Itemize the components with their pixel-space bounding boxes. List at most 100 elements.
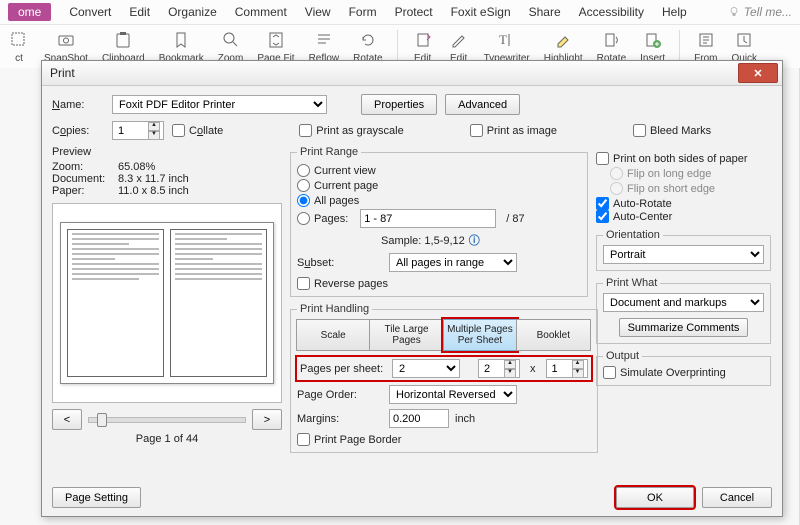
tool-edit2[interactable]: Edit (448, 29, 470, 64)
zoom-value: 65.08% (118, 161, 155, 173)
tool-from[interactable]: From (694, 29, 717, 64)
tab-booklet[interactable]: Booklet (516, 319, 590, 351)
bleed-checkbox[interactable]: Bleed Marks (633, 124, 711, 137)
menu-edit[interactable]: Edit (129, 5, 150, 19)
handling-legend: Print Handling (297, 303, 372, 315)
dialog-titlebar: Print ✕ (42, 61, 782, 86)
paper-label: Paper: (52, 185, 112, 197)
flip-long-radio: Flip on long edge (610, 167, 771, 180)
name-label: Name: (52, 99, 104, 111)
print-handling-group: Print Handling Scale Tile Large Pages Mu… (290, 303, 598, 453)
cancel-button[interactable]: Cancel (702, 487, 772, 508)
ok-button[interactable]: OK (616, 487, 694, 508)
doc-value: 8.3 x 11.7 inch (118, 173, 189, 185)
menu-form[interactable]: Form (349, 5, 377, 19)
paper-value: 11.0 x 8.5 inch (118, 185, 189, 197)
margins-input[interactable] (389, 409, 449, 428)
preview-title: Preview (52, 146, 282, 158)
printwhat-select[interactable]: Document and markups (603, 293, 764, 312)
menu-comment[interactable]: Comment (235, 5, 287, 19)
print-dialog: Print ✕ Name: Foxit PDF Editor Printer P… (41, 60, 783, 517)
output-legend: Output (603, 350, 642, 362)
as-image-checkbox[interactable]: Print as image (470, 124, 557, 137)
tool-rotate1[interactable]: Rotate (353, 29, 382, 64)
tool-rotate2[interactable]: Rotate (597, 29, 626, 64)
prev-page-button[interactable]: < (52, 409, 82, 430)
handling-tabs: Scale Tile Large Pages Multiple Pages Pe… (297, 319, 591, 351)
range-pages-label: Pages: (314, 213, 348, 225)
copies-label: Copies: (52, 125, 104, 137)
main-menu: ome Convert Edit Organize Comment View F… (0, 0, 800, 25)
menu-organize[interactable]: Organize (168, 5, 217, 19)
duplex-checkbox[interactable]: Print on both sides of paper (596, 152, 771, 165)
pps-w-spinner[interactable]: ▲▼ (478, 359, 520, 378)
menu-home[interactable]: ome (8, 3, 51, 21)
tool-pagefit[interactable]: Page Fit (257, 29, 294, 64)
menu-view[interactable]: View (305, 5, 331, 19)
info-icon[interactable]: ⓘ (469, 235, 480, 247)
menu-help[interactable]: Help (662, 5, 687, 19)
orientation-legend: Orientation (603, 229, 663, 241)
tool-reflow[interactable]: Reflow (309, 29, 340, 64)
menu-share[interactable]: Share (529, 5, 561, 19)
range-current-view[interactable]: Current view (297, 164, 581, 177)
close-button[interactable]: ✕ (738, 63, 778, 83)
tool-typewriter[interactable]: TTypewriter (484, 29, 530, 64)
sample-text: Sample: 1,5-9,12 (381, 235, 465, 247)
orientation-select[interactable]: Portrait (603, 245, 764, 264)
print-range-group: Print Range Current view Current page Al… (290, 146, 588, 297)
doc-label: Document: (52, 173, 112, 185)
range-all-pages[interactable]: All pages (297, 194, 581, 207)
pps-select[interactable]: 2 (392, 359, 460, 378)
tool-snapshot[interactable]: SnapShot (44, 29, 88, 64)
printwhat-legend: Print What (603, 277, 660, 289)
page-indicator: Page 1 of 44 (52, 433, 282, 445)
printer-select[interactable]: Foxit PDF Editor Printer (112, 95, 327, 114)
overprint-checkbox[interactable]: Simulate Overprinting (603, 366, 764, 379)
tab-multiple-pages[interactable]: Multiple Pages Per Sheet (443, 319, 517, 351)
copies-spinner[interactable]: ▲▼ (112, 121, 164, 140)
menu-convert[interactable]: Convert (69, 5, 111, 19)
tool-insert[interactable]: Insert (640, 29, 665, 64)
page-setting-button[interactable]: Page Setting (52, 487, 141, 508)
pages-total: / 87 (506, 213, 524, 225)
subset-select[interactable]: All pages in range (389, 253, 517, 272)
tool-highlight[interactable]: Highlight (544, 29, 583, 64)
summarize-button[interactable]: Summarize Comments (619, 318, 749, 337)
tab-scale[interactable]: Scale (296, 319, 370, 351)
tool-edit1[interactable]: Edit (412, 29, 434, 64)
margins-unit: inch (455, 413, 475, 425)
border-checkbox[interactable]: Print Page Border (297, 433, 591, 446)
tab-tile[interactable]: Tile Large Pages (369, 319, 443, 351)
menu-accessibility[interactable]: Accessibility (579, 5, 644, 19)
printwhat-group: Print What Document and markups Summariz… (596, 277, 771, 344)
range-current-page[interactable]: Current page (297, 179, 581, 192)
range-pages-radio[interactable] (297, 212, 310, 225)
margins-label: Margins: (297, 413, 383, 425)
advanced-button[interactable]: Advanced (445, 94, 520, 115)
menu-protect[interactable]: Protect (395, 5, 433, 19)
tool-quick[interactable]: Quick (732, 29, 758, 64)
collate-checkbox[interactable]: Collate (172, 124, 223, 137)
dialog-title: Print (50, 66, 75, 80)
pps-label: Pages per sheet: (300, 363, 386, 375)
bulb-icon (728, 6, 740, 18)
order-select[interactable]: Horizontal Reversed (389, 385, 517, 404)
next-page-button[interactable]: > (252, 409, 282, 430)
tool-select[interactable]: ct (8, 29, 30, 64)
tell-me[interactable]: Tell me... (728, 5, 792, 19)
pages-input[interactable] (360, 209, 496, 228)
tool-zoom[interactable]: Zoom (218, 29, 244, 64)
preview-slider[interactable] (88, 417, 246, 423)
pps-h-spinner[interactable]: ▲▼ (546, 359, 588, 378)
menu-esign[interactable]: Foxit eSign (451, 5, 511, 19)
autorotate-checkbox[interactable]: Auto-Rotate (596, 197, 771, 210)
reverse-checkbox[interactable]: Reverse pages (297, 277, 581, 290)
flip-short-radio: Flip on short edge (610, 182, 771, 195)
grayscale-checkbox[interactable]: Print as grayscale (299, 124, 403, 137)
properties-button[interactable]: Properties (361, 94, 437, 115)
preview-canvas (52, 203, 282, 403)
tool-clipboard[interactable]: Clipboard (102, 29, 145, 64)
tool-bookmark[interactable]: Bookmark (159, 29, 204, 64)
autocenter-checkbox[interactable]: Auto-Center (596, 210, 771, 223)
